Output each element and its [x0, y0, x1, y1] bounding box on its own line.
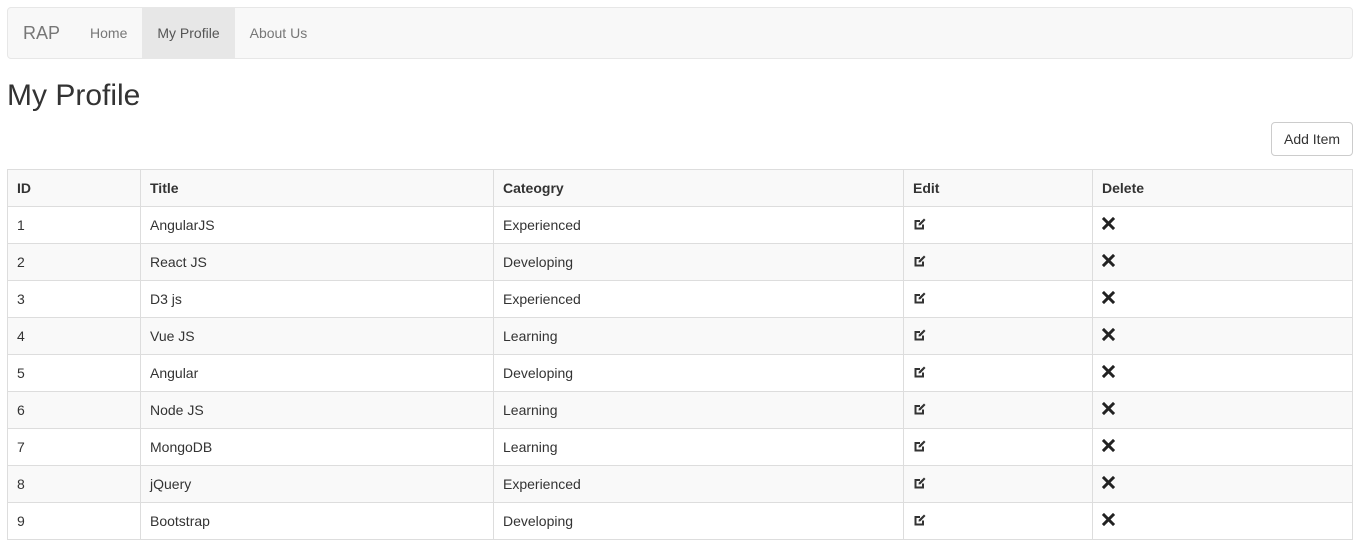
- cell-id: 3: [7, 280, 141, 318]
- cell-edit: [903, 354, 1093, 392]
- edit-icon[interactable]: [913, 513, 927, 527]
- cell-id: 6: [7, 391, 141, 429]
- nav-item-my-profile[interactable]: My Profile: [142, 8, 235, 58]
- table-row: 2 React JS Developing: [7, 243, 1353, 281]
- edit-icon[interactable]: [913, 291, 927, 305]
- edit-icon[interactable]: [913, 476, 927, 490]
- cell-category: Developing: [493, 243, 904, 281]
- cell-title: D3 js: [140, 280, 494, 318]
- cell-title: Node JS: [140, 391, 494, 429]
- cell-title: Vue JS: [140, 317, 494, 355]
- edit-icon[interactable]: [913, 439, 927, 453]
- edit-icon[interactable]: [913, 254, 927, 268]
- column-header-id: ID: [7, 169, 141, 207]
- remove-icon[interactable]: [1102, 402, 1115, 415]
- table-row: 3 D3 js Experienced: [7, 280, 1353, 318]
- cell-category: Learning: [493, 428, 904, 466]
- cell-delete: [1092, 317, 1353, 355]
- table-row: 7 MongoDB Learning: [7, 428, 1353, 466]
- cell-id: 7: [7, 428, 141, 466]
- cell-edit: [903, 317, 1093, 355]
- column-header-title: Title: [140, 169, 494, 207]
- remove-icon[interactable]: [1102, 365, 1115, 378]
- column-header-category: Cateogry: [493, 169, 904, 207]
- table-row: 9 Bootstrap Developing: [7, 502, 1353, 540]
- cell-title: Bootstrap: [140, 502, 494, 540]
- cell-delete: [1092, 465, 1353, 503]
- cell-edit: [903, 206, 1093, 244]
- table-body: 1 AngularJS Experienced 2 React JS Developing…: [7, 206, 1353, 540]
- cell-category: Experienced: [493, 206, 904, 244]
- edit-icon[interactable]: [913, 328, 927, 342]
- remove-icon[interactable]: [1102, 476, 1115, 489]
- edit-icon[interactable]: [913, 217, 927, 231]
- remove-icon[interactable]: [1102, 513, 1115, 526]
- cell-category: Developing: [493, 354, 904, 392]
- cell-title: AngularJS: [140, 206, 494, 244]
- nav-item-home[interactable]: Home: [75, 8, 142, 58]
- cell-delete: [1092, 428, 1353, 466]
- cell-title: React JS: [140, 243, 494, 281]
- cell-id: 8: [7, 465, 141, 503]
- cell-category: Experienced: [493, 280, 904, 318]
- add-item-button[interactable]: Add Item: [1271, 122, 1353, 156]
- edit-icon[interactable]: [913, 365, 927, 379]
- cell-delete: [1092, 354, 1353, 392]
- cell-edit: [903, 280, 1093, 318]
- cell-id: 2: [7, 243, 141, 281]
- table-row: 5 Angular Developing: [7, 354, 1353, 392]
- cell-title: MongoDB: [140, 428, 494, 466]
- items-table: ID Title Cateogry Edit Delete 1 AngularJS…: [7, 169, 1353, 540]
- page-title: My Profile: [7, 79, 141, 112]
- cell-delete: [1092, 280, 1353, 318]
- cell-id: 5: [7, 354, 141, 392]
- remove-icon[interactable]: [1102, 291, 1115, 304]
- table-row: 1 AngularJS Experienced: [7, 206, 1353, 244]
- cell-category: Learning: [493, 317, 904, 355]
- cell-edit: [903, 428, 1093, 466]
- column-header-delete: Delete: [1092, 169, 1353, 207]
- cell-edit: [903, 502, 1093, 540]
- remove-icon[interactable]: [1102, 328, 1115, 341]
- table-row: 6 Node JS Learning: [7, 391, 1353, 429]
- cell-title: jQuery: [140, 465, 494, 503]
- table-row: 4 Vue JS Learning: [7, 317, 1353, 355]
- table-row: 8 jQuery Experienced: [7, 465, 1353, 503]
- cell-edit: [903, 465, 1093, 503]
- cell-delete: [1092, 206, 1353, 244]
- cell-delete: [1092, 391, 1353, 429]
- navbar-brand[interactable]: RAP: [8, 8, 75, 58]
- cell-edit: [903, 243, 1093, 281]
- cell-delete: [1092, 502, 1353, 540]
- cell-id: 4: [7, 317, 141, 355]
- cell-id: 9: [7, 502, 141, 540]
- remove-icon[interactable]: [1102, 254, 1115, 267]
- cell-id: 1: [7, 206, 141, 244]
- top-navbar: RAP Home My Profile About Us: [7, 7, 1353, 59]
- cell-delete: [1092, 243, 1353, 281]
- cell-category: Developing: [493, 502, 904, 540]
- column-header-edit: Edit: [903, 169, 1093, 207]
- edit-icon[interactable]: [913, 402, 927, 416]
- nav-item-about-us[interactable]: About Us: [235, 8, 323, 58]
- cell-category: Experienced: [493, 465, 904, 503]
- table-header-row: ID Title Cateogry Edit Delete: [7, 169, 1353, 207]
- cell-title: Angular: [140, 354, 494, 392]
- cell-category: Learning: [493, 391, 904, 429]
- remove-icon[interactable]: [1102, 217, 1115, 230]
- remove-icon[interactable]: [1102, 439, 1115, 452]
- cell-edit: [903, 391, 1093, 429]
